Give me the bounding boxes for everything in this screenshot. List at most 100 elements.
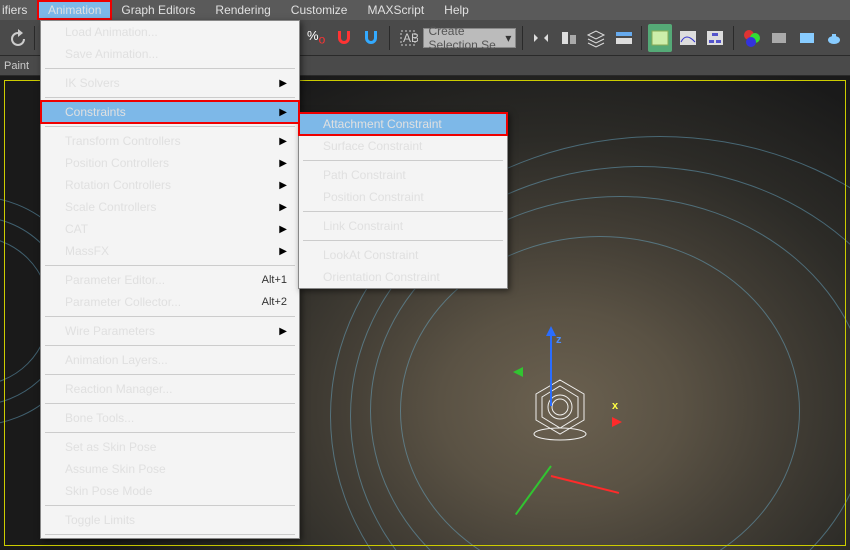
menu-item-massfx[interactable]: MassFX▶ (41, 240, 299, 262)
menu-separator (303, 160, 503, 161)
menu-item-label: Link Constraint (323, 219, 403, 233)
menu-item-reaction-manager[interactable]: Reaction Manager... (41, 378, 299, 400)
submenu-arrow-icon: ▶ (279, 107, 287, 118)
paint-label: Paint (4, 60, 29, 72)
menu-item-label: Skin Pose Mode (65, 484, 152, 498)
submenu-arrow-icon: ▶ (279, 246, 287, 257)
submenu-item-link-constraint[interactable]: Link Constraint (299, 215, 507, 237)
toggle-ribbon-icon[interactable] (612, 24, 636, 52)
menu-separator (45, 265, 295, 266)
layers-icon[interactable] (584, 24, 608, 52)
submenu-item-path-constraint[interactable]: Path Constraint (299, 164, 507, 186)
submenu-arrow-icon: ▶ (279, 78, 287, 89)
menu-item-label: Orientation Constraint (323, 270, 440, 284)
menu-item-label: Save Animation... (65, 47, 158, 61)
menu-item-cat[interactable]: CAT▶ (41, 218, 299, 240)
menu-item-parameter-editor[interactable]: Parameter Editor...Alt+1 (41, 269, 299, 291)
menu-item-toggle-limits[interactable]: Toggle Limits (41, 509, 299, 531)
menu-item-ik-solvers[interactable]: IK Solvers ▶ (41, 72, 299, 94)
menu-separator (45, 534, 295, 535)
submenu-item-orientation-constraint[interactable]: Orientation Constraint (299, 266, 507, 288)
submenu-arrow-icon: ▶ (279, 158, 287, 169)
menu-separator (303, 240, 503, 241)
menu-item-assume-skin-pose[interactable]: Assume Skin Pose (41, 458, 299, 480)
animation-menu-dropdown: Load Animation... Save Animation... IK Sol… (40, 20, 300, 539)
menu-shortcut: Alt+1 (262, 274, 287, 286)
magnet-icon[interactable] (332, 24, 356, 52)
menu-item-label: Constraints (65, 105, 126, 119)
menu-item-customize[interactable]: Customize (281, 1, 358, 19)
toolbar-separator (641, 26, 642, 50)
undo-icon[interactable] (4, 24, 28, 52)
menu-item-label: Rotation Controllers (65, 178, 171, 192)
teapot-icon[interactable] (823, 24, 847, 52)
menu-item-rotation-controllers[interactable]: Rotation Controllers▶ (41, 174, 299, 196)
submenu-arrow-icon: ▶ (279, 326, 287, 337)
menu-item-bone-tools[interactable]: Bone Tools... (41, 407, 299, 429)
submenu-item-attachment-constraint[interactable]: Attachment Constraint (299, 113, 507, 135)
menu-item-label: Position Controllers (65, 156, 169, 170)
chevron-down-icon: ▾ (505, 31, 511, 45)
menu-item-maxscript[interactable]: MAXScript (357, 1, 434, 19)
submenu-item-surface-constraint[interactable]: Surface Constraint (299, 135, 507, 157)
menu-item-help[interactable]: Help (434, 1, 479, 19)
magnet-angle-icon[interactable] (360, 24, 384, 52)
named-selection-icon[interactable]: ABC (396, 24, 420, 52)
menu-item-label: Animation Layers... (65, 353, 168, 367)
menu-item-graph-editors[interactable]: Graph Editors (111, 1, 205, 19)
align-icon[interactable] (557, 24, 581, 52)
schematic-icon[interactable] (703, 24, 727, 52)
submenu-item-lookat-constraint[interactable]: LookAt Constraint (299, 244, 507, 266)
menu-item-label: Load Animation... (65, 25, 158, 39)
menu-item-label: Path Constraint (323, 168, 406, 182)
menu-separator (303, 211, 503, 212)
menu-item-transform-controllers[interactable]: Transform Controllers ▶ (41, 130, 299, 152)
menu-item-label: Position Constraint (323, 190, 424, 204)
material-editor-icon[interactable] (740, 24, 764, 52)
submenu-arrow-icon: ▶ (279, 136, 287, 147)
menu-separator (45, 432, 295, 433)
submenu-arrow-icon: ▶ (279, 202, 287, 213)
scene-explorer-icon[interactable] (648, 24, 672, 52)
mirror-icon[interactable] (529, 24, 553, 52)
render-frame-icon[interactable] (795, 24, 819, 52)
menu-item-label: Surface Constraint (323, 139, 422, 153)
menu-shortcut: Alt+2 (262, 296, 287, 308)
menu-item-wire-parameters[interactable]: Wire Parameters ▶ (41, 320, 299, 342)
menu-item-label: Reaction Manager... (65, 382, 172, 396)
menu-item-label: Toggle Limits (65, 513, 135, 527)
menu-item-save-animation[interactable]: Save Animation... (41, 43, 299, 65)
menu-item-animation[interactable]: Animation (38, 1, 111, 19)
menu-item-position-controllers[interactable]: Position Controllers ▶ (41, 152, 299, 174)
toolbar-separator (389, 26, 390, 50)
menu-item-skin-pose-mode[interactable]: Skin Pose Mode (41, 480, 299, 502)
menu-bar: ifiers Animation Graph Editors Rendering… (0, 0, 850, 20)
submenu-item-position-constraint[interactable]: Position Constraint (299, 186, 507, 208)
constraints-submenu: Attachment Constraint Surface Constraint P… (298, 112, 508, 289)
menu-item-scale-controllers[interactable]: Scale Controllers▶ (41, 196, 299, 218)
submenu-arrow-icon: ▶ (279, 224, 287, 235)
menu-item-label: Wire Parameters (65, 324, 155, 338)
menu-item-label: Attachment Constraint (323, 117, 442, 131)
render-setup-icon[interactable] (767, 24, 791, 52)
menu-item-set-as-skin-pose[interactable]: Set as Skin Pose (41, 436, 299, 458)
menu-item-rendering[interactable]: Rendering (205, 1, 280, 19)
menu-item-animation-layers[interactable]: Animation Layers... (41, 349, 299, 371)
menu-separator (45, 374, 295, 375)
toolbar-separator (522, 26, 523, 50)
menu-item-parameter-collector[interactable]: Parameter Collector... Alt+2 (41, 291, 299, 313)
menu-item-label: Parameter Collector... (65, 295, 181, 309)
menu-item-load-animation[interactable]: Load Animation... (41, 21, 299, 43)
menu-item-label: Bone Tools... (65, 411, 134, 425)
menu-separator (45, 68, 295, 69)
menu-item-constraints[interactable]: Constraints ▶ (41, 101, 299, 123)
percent-snap-icon[interactable]: %o (304, 24, 328, 52)
curve-editor-icon[interactable] (676, 24, 700, 52)
menu-item-truncated[interactable]: ifiers (2, 3, 38, 17)
menu-item-label: IK Solvers (65, 76, 120, 90)
menu-separator (45, 316, 295, 317)
selection-set-dropdown[interactable]: Create Selection Se ▾ (423, 28, 516, 48)
menu-item-label: Transform Controllers (65, 134, 181, 148)
svg-text:ABC: ABC (403, 31, 418, 45)
menu-item-label: Assume Skin Pose (65, 462, 166, 476)
